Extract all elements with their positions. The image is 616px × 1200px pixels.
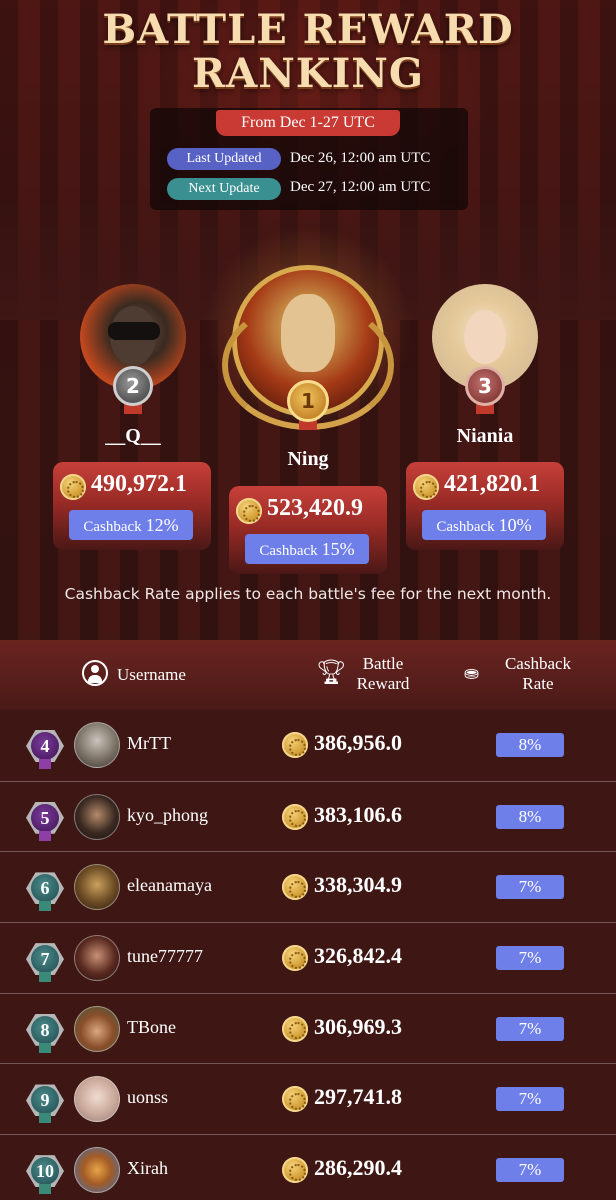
period-banner: From Dec 1-27 UTC <box>216 110 400 136</box>
username: kyo_phong <box>127 804 208 825</box>
page-title-line2: RANKING <box>191 50 425 97</box>
cashback-label: Cashback <box>259 543 318 559</box>
podium-card-3: 421,820.1 Cashback 10% <box>406 462 564 550</box>
page-title: BATTLE REWARD <box>102 6 514 53</box>
avatar-mask <box>108 322 160 340</box>
column-rate-line2: Rate <box>522 674 554 693</box>
gold-coin-icon <box>413 474 439 500</box>
table-row[interactable]: 5 kyo_phong 383,106.6 8% <box>0 780 616 852</box>
column-reward-line2: Reward <box>356 674 410 693</box>
cashback-rate: 15% <box>321 539 355 559</box>
avatar[interactable] <box>74 722 120 768</box>
cashback-rate: 7% <box>496 1016 564 1041</box>
cashback-note: Cashback Rate applies to each battle's f… <box>64 585 552 603</box>
cashback-icon: ⛂ <box>464 663 480 684</box>
cashback-rate: 12% <box>145 515 179 535</box>
battle-reward: 297,741.8 <box>314 1084 402 1110</box>
podium-card-1: 523,420.9 Cashback 15% <box>229 486 387 574</box>
battle-reward: 306,969.3 <box>314 1013 402 1039</box>
rank-number: 4 <box>31 732 59 760</box>
bronze-medal-icon: 3 <box>465 366 505 406</box>
cashback-badge: Cashback 15% <box>245 534 369 564</box>
avatar[interactable] <box>74 793 120 840</box>
podium-username-3: Niania <box>456 425 514 447</box>
username: eleanamaya <box>127 875 212 896</box>
cashback-rate: 7% <box>496 946 564 971</box>
table-row[interactable]: 4 MrTT 386,956.0 8% <box>0 710 616 781</box>
gold-coin-icon <box>282 1015 308 1042</box>
podium-reward: 421,820.1 <box>444 471 540 497</box>
podium-username-2: __Q__ <box>105 425 161 447</box>
username: tune77777 <box>127 946 203 967</box>
rank-ribbon <box>39 901 51 912</box>
avatar[interactable] <box>74 1005 120 1052</box>
table-row[interactable]: 8 TBone 306,969.3 7% <box>0 992 616 1064</box>
battle-reward: 326,842.4 <box>314 943 402 969</box>
rank-ribbon <box>39 759 51 769</box>
rank-number: 7 <box>31 945 59 974</box>
table-row[interactable]: 10 Xirah 286,290.4 7% <box>0 1134 616 1200</box>
silver-medal-icon: 2 <box>113 366 153 406</box>
avatar[interactable] <box>74 935 120 982</box>
cashback-rate: 10% <box>498 515 532 535</box>
gold-coin-icon <box>282 803 308 830</box>
rank-ribbon <box>39 830 51 841</box>
battle-reward: 286,290.4 <box>314 1155 402 1181</box>
username: Xirah <box>127 1158 168 1179</box>
column-cashback-rate: Cashback Rate <box>493 654 583 694</box>
rank-number: 5 <box>31 803 59 832</box>
avatar-face <box>464 310 506 364</box>
next-update-value: Dec 27, 12:00 am UTC <box>290 179 431 195</box>
rank-ribbon <box>39 1113 51 1124</box>
podium-reward: 490,972.1 <box>91 471 187 497</box>
cashback-badge: Cashback 10% <box>422 510 546 540</box>
podium-card-2: 490,972.1 Cashback 12% <box>53 462 211 550</box>
last-updated-value: Dec 26, 12:00 am UTC <box>290 150 431 166</box>
column-rate-line1: Cashback <box>504 654 572 673</box>
user-icon <box>82 660 108 686</box>
ranking-list: 4 MrTT 386,956.0 8% 5 kyo_phong 383,106.… <box>0 710 616 1200</box>
table-row[interactable]: 9 uonss 297,741.8 7% <box>0 1063 616 1134</box>
cashback-label: Cashback <box>83 519 142 535</box>
podium-username-1: Ning <box>287 448 329 470</box>
cashback-rate: 7% <box>496 1158 564 1183</box>
cashback-rate: 8% <box>496 733 564 757</box>
cashback-badge: Cashback 12% <box>69 510 193 540</box>
rank-number: 8 <box>31 1015 59 1044</box>
column-username: Username <box>117 665 186 684</box>
gold-medal-icon: 1 <box>287 380 329 422</box>
cashback-label: Cashback <box>436 519 495 535</box>
avatar[interactable] <box>74 1147 120 1194</box>
next-update-badge: Next Update <box>167 178 281 200</box>
avatar[interactable] <box>74 1076 120 1123</box>
column-battle-reward: Battle Reward <box>343 654 423 694</box>
gold-coin-icon <box>282 732 308 758</box>
cashback-rate: 7% <box>496 1087 564 1112</box>
avatar[interactable] <box>74 864 120 911</box>
rank-ribbon <box>39 1184 51 1195</box>
gold-coin-icon <box>282 1086 308 1113</box>
battle-reward: 386,956.0 <box>314 730 402 755</box>
table-row[interactable]: 7 tune77777 326,842.4 7% <box>0 922 616 993</box>
column-reward-line1: Battle <box>362 654 404 673</box>
cashback-rate: 7% <box>496 875 564 900</box>
last-updated-badge: Last Updated <box>167 148 281 170</box>
battle-reward: 383,106.6 <box>314 801 402 827</box>
gold-coin-icon <box>282 1157 308 1184</box>
cashback-rate: 8% <box>496 804 564 829</box>
table-row[interactable]: 6 eleanamaya 338,304.9 7% <box>0 851 616 922</box>
gold-coin-icon <box>282 874 308 901</box>
username: MrTT <box>127 733 171 753</box>
trophy-icon: 🏆︎ <box>316 658 347 686</box>
battle-reward: 338,304.9 <box>314 872 402 898</box>
gold-coin-icon <box>60 474 86 500</box>
rank-ribbon <box>39 1042 51 1053</box>
podium-reward: 523,420.9 <box>267 495 363 521</box>
username: TBone <box>127 1016 176 1037</box>
gold-coin-icon <box>236 498 262 524</box>
rank-number: 10 <box>31 1157 59 1186</box>
gold-coin-icon <box>282 945 308 972</box>
rank-ribbon <box>39 972 51 983</box>
username: uonss <box>127 1087 169 1108</box>
